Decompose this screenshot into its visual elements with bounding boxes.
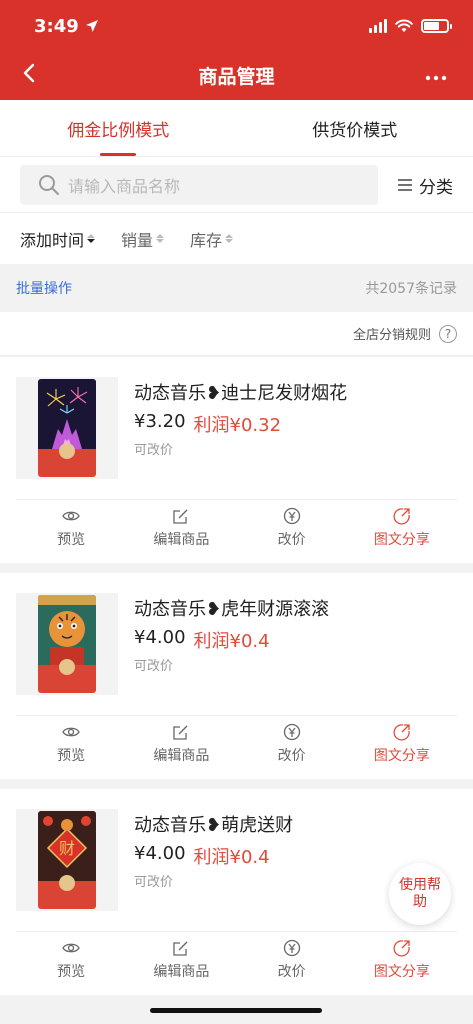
- product-profit: 利润¥0.32: [193, 415, 282, 436]
- search-placeholder: 请输入商品名称: [68, 177, 181, 196]
- red-envelope-image: 财: [38, 811, 96, 909]
- status-bar: 3:49: [34, 12, 452, 40]
- product-profit: 利润¥0.4: [193, 631, 270, 652]
- yen-circle-icon: [283, 723, 300, 740]
- share-icon: [393, 939, 410, 957]
- product-profit: 利润¥0.4: [193, 847, 270, 868]
- sort-stock[interactable]: 库存: [190, 227, 234, 251]
- mode-tabs: 佣金比例模式 供货价模式: [0, 100, 473, 156]
- more-dots-icon: [425, 75, 447, 81]
- navbar: 商品管理: [0, 50, 473, 100]
- distribution-rules-label: 全店分销规则: [352, 328, 431, 343]
- fireworks-artwork: [38, 379, 96, 449]
- product-price-row: ¥3.20 利润¥0.32: [134, 411, 281, 437]
- sort-sales[interactable]: 销量: [121, 227, 165, 251]
- eye-icon: [62, 511, 80, 520]
- category-button[interactable]: 分类: [397, 165, 453, 205]
- product-name: 动态音乐❥迪士尼发财烟花: [134, 383, 348, 404]
- status-icons: [369, 19, 452, 33]
- eye-icon: [62, 943, 80, 952]
- edit-icon: [173, 725, 188, 740]
- header: 3:49 商品管理: [0, 0, 473, 100]
- status-time: 3:49: [34, 16, 99, 37]
- product-price: ¥4.00: [134, 843, 186, 864]
- product-actions: 预览 编辑商品 改价 图文分享: [16, 931, 457, 987]
- sort-row: 添加时间 销量 库存: [0, 212, 473, 264]
- yen-circle-icon: [283, 507, 300, 524]
- product-thumbnail[interactable]: 财: [16, 809, 118, 911]
- distribution-rules-row[interactable]: 全店分销规则 ?: [0, 312, 473, 356]
- wifi-icon: [395, 19, 413, 32]
- red-envelope-image: [38, 595, 96, 693]
- eye-icon: [62, 727, 80, 736]
- sort-arrows-icon: [156, 234, 165, 243]
- cai-artwork: 财: [38, 811, 96, 881]
- product-actions: 预览 编辑商品 改价 图文分享: [16, 499, 457, 555]
- change-price-button[interactable]: 改价: [237, 500, 347, 555]
- search-input[interactable]: 请输入商品名称: [20, 165, 378, 205]
- sort-arrows-icon: [225, 234, 234, 243]
- product-price: ¥3.20: [134, 411, 186, 432]
- chevron-left-icon: [23, 63, 35, 83]
- search-row: 请输入商品名称 分类: [0, 156, 473, 212]
- edit-icon: [173, 941, 188, 956]
- product-actions: 预览 编辑商品 改价 图文分享: [16, 715, 457, 771]
- record-count: 共2057条记录: [365, 281, 457, 297]
- tiger-artwork: [38, 595, 96, 665]
- product-name: 动态音乐❥萌虎送财: [134, 815, 294, 836]
- product-thumbnail[interactable]: [16, 593, 118, 695]
- change-price-button[interactable]: 改价: [237, 932, 347, 987]
- product-thumbnail[interactable]: [16, 377, 118, 479]
- sort-add-time[interactable]: 添加时间: [20, 227, 96, 251]
- product-price-row: ¥4.00 利润¥0.4: [134, 627, 270, 653]
- price-editable-tip: 可改价: [134, 443, 174, 458]
- question-icon: ?: [439, 324, 457, 343]
- home-indicator: [150, 1008, 322, 1013]
- product-card: 动态音乐❥虎年财源滚滚 ¥4.00 利润¥0.4 可改价 预览 编辑商品 改价 …: [0, 573, 473, 779]
- price-editable-tip: 可改价: [134, 659, 174, 674]
- tab-commission-mode[interactable]: 佣金比例模式: [0, 100, 237, 156]
- batch-row: 批量操作 共2057条记录: [0, 264, 473, 312]
- preview-button[interactable]: 预览: [16, 932, 126, 987]
- product-price-row: ¥4.00 利润¥0.4: [134, 843, 270, 869]
- batch-operation-link[interactable]: 批量操作: [16, 278, 72, 298]
- envelope-seal: [59, 875, 75, 891]
- cellular-signal-icon: [369, 19, 387, 33]
- price-editable-tip: 可改价: [134, 875, 174, 890]
- share-icon: [393, 723, 410, 741]
- product-price: ¥4.00: [134, 627, 186, 648]
- page-title: 商品管理: [198, 65, 275, 88]
- tab-supply-price-mode[interactable]: 供货价模式: [237, 100, 473, 156]
- svg-text:财: 财: [59, 839, 75, 858]
- share-icon: [393, 507, 410, 525]
- battery-icon: [421, 19, 452, 33]
- envelope-seal: [59, 659, 75, 675]
- yen-circle-icon: [283, 939, 300, 956]
- edit-product-button[interactable]: 编辑商品: [126, 932, 236, 987]
- change-price-button[interactable]: 改价: [237, 716, 347, 771]
- share-button[interactable]: 图文分享: [347, 932, 457, 987]
- help-floating-button[interactable]: 使用帮助: [389, 863, 451, 925]
- search-icon: [39, 175, 59, 195]
- product-name: 动态音乐❥虎年财源滚滚: [134, 599, 330, 620]
- share-button[interactable]: 图文分享: [347, 500, 457, 555]
- edit-product-button[interactable]: 编辑商品: [126, 716, 236, 771]
- product-card: 动态音乐❥迪士尼发财烟花 ¥3.20 利润¥0.32 可改价 预览 编辑商品 改…: [0, 357, 473, 563]
- preview-button[interactable]: 预览: [16, 716, 126, 771]
- location-arrow-icon: [85, 20, 98, 32]
- edit-product-button[interactable]: 编辑商品: [126, 500, 236, 555]
- sort-arrows-icon: [87, 234, 96, 243]
- edit-icon: [173, 509, 188, 524]
- preview-button[interactable]: 预览: [16, 500, 126, 555]
- menu-lines-icon: [398, 179, 412, 191]
- share-button[interactable]: 图文分享: [347, 716, 457, 771]
- red-envelope-image: [38, 379, 96, 477]
- envelope-seal: [59, 443, 75, 459]
- more-menu-button[interactable]: [425, 62, 447, 87]
- back-button[interactable]: [22, 62, 46, 86]
